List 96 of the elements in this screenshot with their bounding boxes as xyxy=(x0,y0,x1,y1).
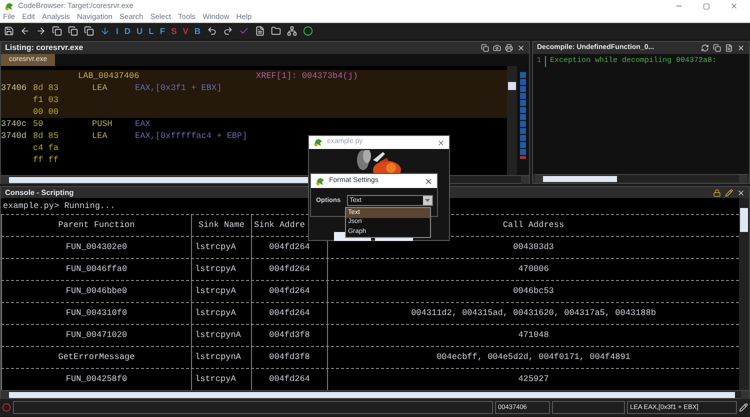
table-cell: 004303d3 xyxy=(513,241,554,254)
horizontal-scrollbar[interactable] xyxy=(535,174,747,182)
mnemonic-text: PUSH xyxy=(92,118,112,129)
bytes-text: 50 xyxy=(33,118,44,129)
hierarchy-icon[interactable] xyxy=(286,26,297,36)
table-cell: lstrcpyA xyxy=(195,307,236,320)
table-cell: FUN_004302e0 xyxy=(66,241,128,254)
table-cell: lstrcpyA xyxy=(195,373,236,386)
operand-text: EAX xyxy=(135,118,150,130)
vertical-scrollbar[interactable] xyxy=(507,66,517,175)
checkmark-icon[interactable] xyxy=(238,26,249,36)
operand-text: EAX,[0xfffffac4 + EBP] xyxy=(135,130,248,142)
mnemonic-text: LEA xyxy=(92,130,108,141)
table-cell: 004fd264 xyxy=(269,241,310,254)
dragon-logo-icon xyxy=(313,138,323,147)
toolbar-letter[interactable]: I xyxy=(116,24,118,38)
toolbar-letter[interactable]: F xyxy=(160,24,166,38)
toolbar-letter[interactable]: B xyxy=(194,24,201,38)
back-arrow-icon[interactable] xyxy=(20,26,30,36)
table-cell: lstrcpynA xyxy=(195,351,241,364)
address-text: 3740c xyxy=(1,118,27,129)
table-cell: 004fd264 xyxy=(269,263,310,276)
table-cell: 004fd264 xyxy=(269,285,310,298)
dragon-logo-icon xyxy=(4,2,14,10)
close-icon[interactable] xyxy=(730,2,738,10)
copy-icon[interactable] xyxy=(481,44,489,52)
dragon-logo-icon xyxy=(315,176,325,186)
table-cell: 004fd3f8 xyxy=(269,329,310,342)
bytes-text: ff ff xyxy=(33,154,59,165)
column-header: Call Address xyxy=(502,219,564,232)
operand-text: EAX,[0x3f1 + EBX] xyxy=(135,82,222,94)
printer-icon[interactable] xyxy=(505,44,513,52)
horizontal-scrollbar[interactable] xyxy=(1,390,749,398)
warning-icon[interactable] xyxy=(2,403,11,412)
table-cell: FUN_0046bbe0 xyxy=(66,285,128,298)
refresh-icon[interactable] xyxy=(701,44,709,52)
bytes-text: 00 00 xyxy=(33,106,59,117)
copy-icon[interactable] xyxy=(713,44,721,52)
table-cell: lstrcpyA xyxy=(195,263,236,276)
toolbar-letter[interactable]: U xyxy=(136,24,143,38)
maximize-icon[interactable] xyxy=(703,2,710,10)
code-label: LAB_00437406 xyxy=(78,70,140,82)
table-cell: 004fd3f8 xyxy=(269,351,310,364)
table-cell: 470006 xyxy=(518,263,549,276)
mnemonic-text: LEA xyxy=(92,82,108,93)
bytes-text: 8d 85 xyxy=(33,130,59,141)
toolbar-letter[interactable]: L xyxy=(148,24,154,38)
toolbar-letter[interactable]: D xyxy=(124,24,131,38)
table-cell: GetErrorMessage xyxy=(58,351,135,364)
caret-icon xyxy=(422,196,432,205)
redo-icon[interactable] xyxy=(222,26,233,36)
copy-icon[interactable] xyxy=(68,26,78,36)
address-text: 37406 xyxy=(1,82,27,93)
address-text: 3740d xyxy=(1,130,27,141)
vertical-scrollbar[interactable] xyxy=(739,198,749,390)
table-cell: 425927 xyxy=(518,373,549,386)
table-cell: lstrcpyA xyxy=(195,241,236,254)
circle-icon[interactable] xyxy=(302,26,313,36)
bytes-text: 8d 83 xyxy=(33,82,59,93)
column-header: Sink Addre xyxy=(254,219,306,232)
save-icon[interactable] xyxy=(4,26,14,36)
table-cell: lstrcpynA xyxy=(195,329,241,342)
xref-text: XREF[1]: 004373b4(j) xyxy=(256,70,358,82)
document-icon[interactable] xyxy=(254,26,265,36)
console-output: example.py> Running... xyxy=(3,200,116,212)
table-cell: 004311d2, 004315ad, 00431620, 004317a5, 0043188b xyxy=(411,307,656,320)
table-cell: 471048 xyxy=(518,329,549,342)
close-icon[interactable] xyxy=(424,176,433,186)
copy-icon[interactable] xyxy=(84,26,94,36)
table-cell: FUN_004258f0 xyxy=(66,373,128,386)
table-cell: 004fd264 xyxy=(269,307,310,320)
undo-icon[interactable] xyxy=(206,26,217,36)
table-cell: 004fd264 xyxy=(269,373,310,386)
document-icon[interactable] xyxy=(725,44,733,52)
table-cell: FUN_004310f0 xyxy=(66,307,128,320)
column-header: Parent Function xyxy=(58,219,135,232)
panel-title: Listing: coresrvr.exe xyxy=(5,42,84,54)
bytes-text: c4 fa xyxy=(33,142,59,153)
toolbar-letter[interactable]: S xyxy=(171,24,177,38)
toolbar-letter[interactable]: V xyxy=(182,24,188,38)
lock-icon[interactable] xyxy=(713,188,721,196)
edit-icon[interactable] xyxy=(739,403,748,412)
table-cell: FUN_0046ffa0 xyxy=(66,263,128,276)
table-cell: FUN_00471020 xyxy=(66,329,128,342)
pencil-icon[interactable] xyxy=(725,188,733,196)
camera-icon[interactable] xyxy=(493,44,501,52)
forward-arrow-icon[interactable] xyxy=(36,26,46,36)
close-icon[interactable] xyxy=(437,138,445,146)
table-cell: 0046bc53 xyxy=(513,285,554,298)
table-cell: lstrcpyA xyxy=(195,285,236,298)
folder-icon[interactable] xyxy=(270,26,281,36)
column-header: Sink Name xyxy=(198,219,244,232)
table-cell: 004ecbff, 004e5d2d, 004f0171, 004f4891 xyxy=(436,351,630,364)
copy-icon[interactable] xyxy=(52,26,62,36)
bytes-text: f1 03 xyxy=(33,94,59,105)
down-arrow-icon[interactable] xyxy=(100,26,110,36)
